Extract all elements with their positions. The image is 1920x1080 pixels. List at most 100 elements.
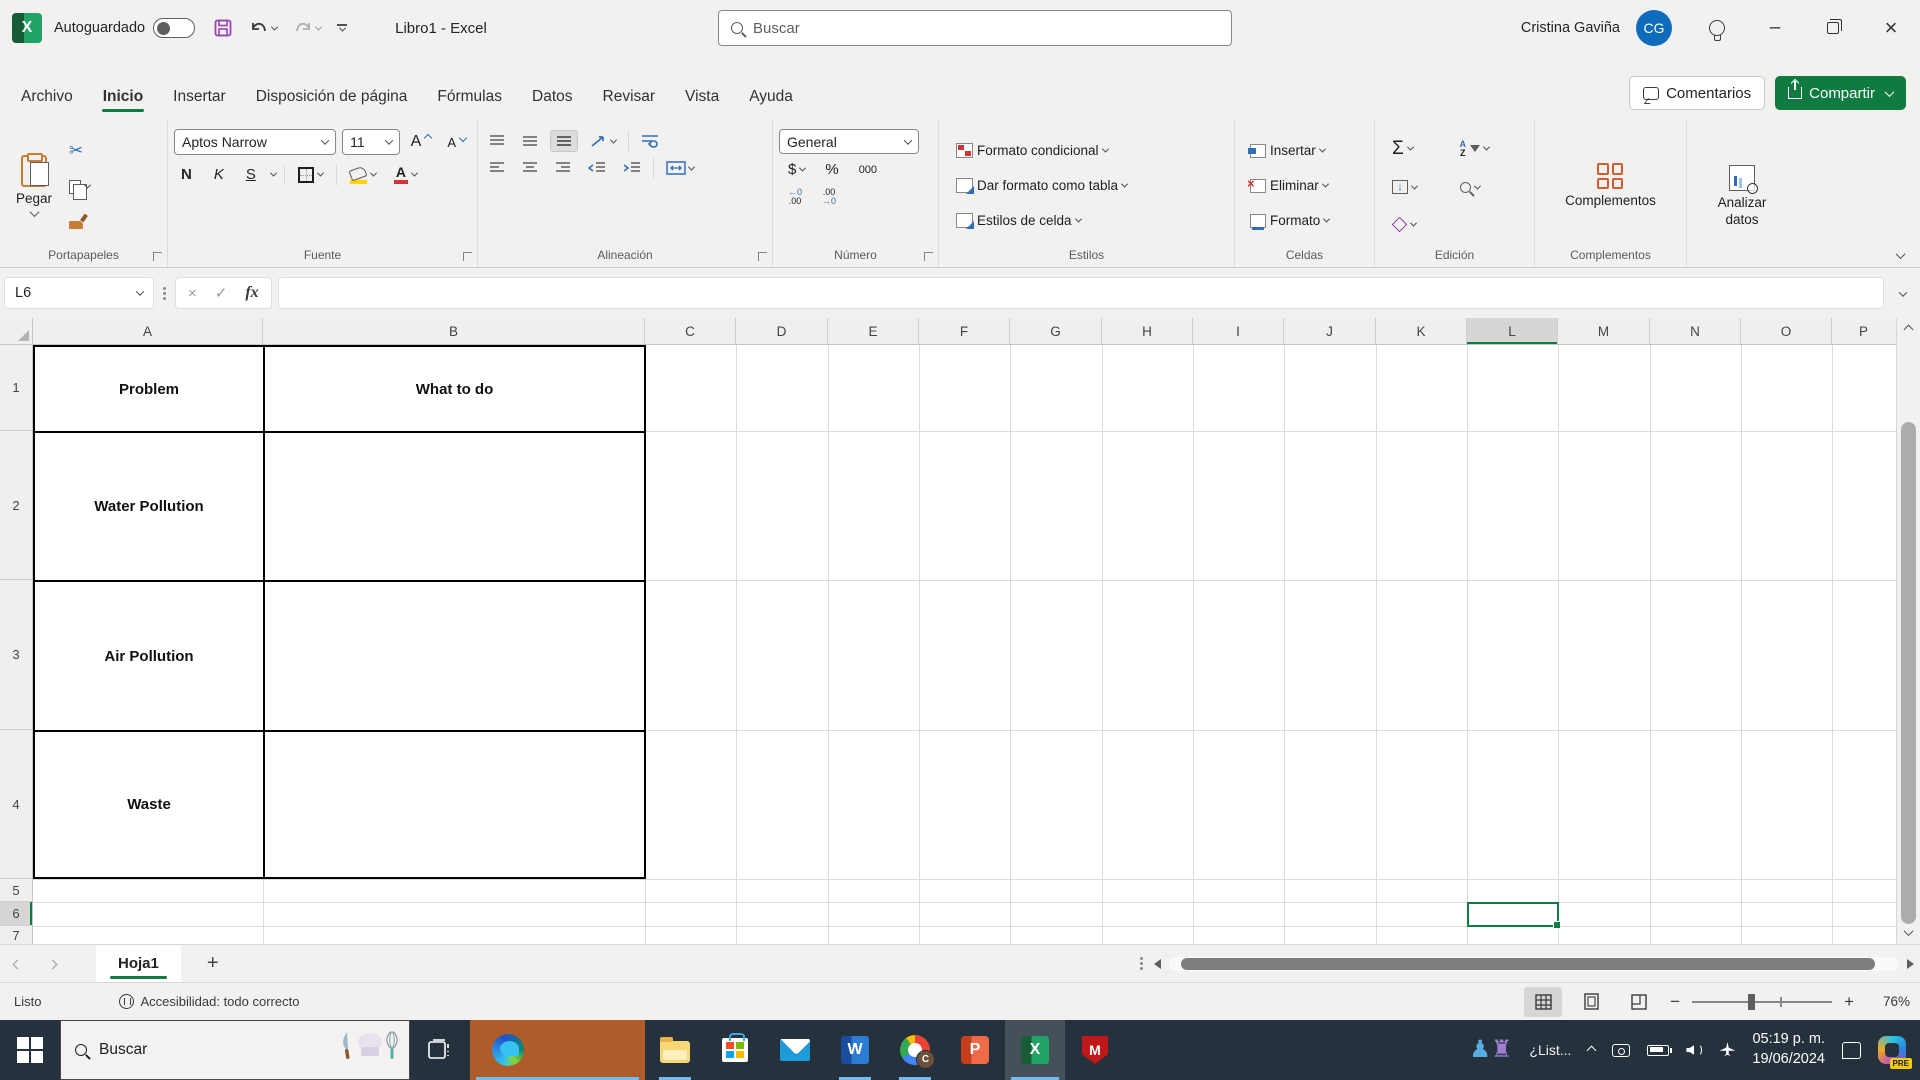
save-button[interactable] (205, 12, 241, 44)
underline-button[interactable]: S (239, 164, 263, 185)
tab-datos[interactable]: Datos (517, 78, 588, 120)
alignment-dialog-launcher[interactable] (758, 252, 767, 261)
delete-cells-button[interactable]: Eliminar (1245, 175, 1368, 196)
quick-access-toolbar-menu[interactable] (329, 18, 355, 38)
comments-button[interactable]: Comentarios (1629, 76, 1766, 110)
airplane-mode-icon[interactable] (1719, 1042, 1736, 1058)
align-top-button[interactable] (484, 131, 510, 151)
cell-A1[interactable]: Problem (35, 347, 263, 431)
selected-cell-L6[interactable] (1467, 902, 1561, 929)
taskbar-word-button[interactable]: W (825, 1020, 885, 1080)
copy-button[interactable] (64, 177, 95, 200)
taskbar-mail-button[interactable] (765, 1020, 825, 1080)
column-header-n[interactable]: N (1650, 318, 1741, 344)
column-header-g[interactable]: G (1010, 318, 1102, 344)
format-cells-button[interactable]: Formato (1245, 210, 1368, 231)
format-painter-button[interactable] (64, 212, 95, 232)
orientation-button[interactable] (585, 130, 621, 152)
taskbar-powerpoint-button[interactable]: P (945, 1020, 1005, 1080)
align-right-button[interactable] (550, 158, 576, 178)
restore-button[interactable] (1804, 0, 1862, 56)
currency-button[interactable]: $ (783, 158, 810, 181)
redo-button[interactable] (285, 13, 329, 43)
font-dialog-launcher[interactable] (463, 252, 472, 261)
align-center-button[interactable] (517, 158, 543, 178)
horizontal-scrollbar-thumb[interactable] (1181, 957, 1875, 970)
number-format-select[interactable]: General (779, 129, 919, 154)
zoom-in-button[interactable]: + (1842, 992, 1856, 1012)
decrease-indent-button[interactable] (583, 158, 611, 178)
zoom-out-button[interactable]: − (1668, 992, 1682, 1012)
percent-button[interactable]: % (820, 158, 843, 181)
notification-center-button[interactable] (1842, 1041, 1861, 1059)
minimize-button[interactable]: – (1746, 0, 1804, 56)
taskbar-store-button[interactable] (705, 1020, 765, 1080)
number-dialog-launcher[interactable] (924, 252, 933, 261)
previous-sheet-button[interactable] (0, 955, 35, 973)
horizontal-scrollbar[interactable] (1169, 956, 1899, 971)
cell-A4[interactable]: Waste (35, 732, 263, 877)
increase-indent-button[interactable] (618, 158, 646, 178)
row-header-5[interactable]: 5 (0, 879, 33, 902)
cell-A3[interactable]: Air Pollution (35, 582, 263, 730)
align-left-button[interactable] (484, 158, 510, 178)
next-sheet-button[interactable] (35, 955, 70, 973)
taskbar-search-box[interactable]: Buscar (60, 1020, 410, 1080)
clipboard-dialog-launcher[interactable] (153, 252, 162, 261)
column-header-l[interactable]: L (1467, 318, 1558, 344)
clear-button[interactable] (1387, 214, 1455, 235)
tell-me-button[interactable] (1688, 0, 1746, 56)
column-header-k[interactable]: K (1376, 318, 1467, 344)
game-promo-icon[interactable]: ♟ ♜ (1469, 1038, 1512, 1062)
font-size-select[interactable]: 11 (342, 129, 400, 155)
screen-cast-icon[interactable] (1612, 1043, 1631, 1057)
column-header-m[interactable]: M (1558, 318, 1650, 344)
normal-view-button[interactable] (1524, 986, 1563, 1017)
sort-filter-button[interactable]: AZ (1455, 137, 1523, 161)
collapse-ribbon-button[interactable] (1895, 249, 1906, 260)
tab-formulas[interactable]: Fórmulas (422, 78, 517, 120)
insert-cells-button[interactable]: Insertar (1245, 140, 1368, 161)
cancel-entry-button[interactable]: × (180, 283, 205, 304)
add-sheet-button[interactable]: + (181, 952, 245, 975)
taskbar-file-explorer-button[interactable] (645, 1020, 705, 1080)
analyze-data-button[interactable]: Analizar datos (1696, 126, 1788, 267)
undo-button[interactable] (241, 13, 285, 43)
shrink-font-button[interactable]: A (442, 132, 471, 153)
tab-revisar[interactable]: Revisar (588, 78, 671, 120)
vertical-scrollbar-thumb[interactable] (1901, 422, 1916, 924)
format-as-table-button[interactable]: Dar formato como tabla (951, 175, 1228, 196)
taskbar-edge-button[interactable] (470, 1020, 645, 1080)
merge-center-button[interactable] (661, 157, 699, 179)
share-button[interactable]: Compartir (1775, 76, 1906, 110)
name-box[interactable]: L6 (4, 277, 154, 309)
insert-function-button[interactable]: fx (237, 282, 266, 304)
grow-font-button[interactable]: A (406, 130, 437, 154)
row-header-3[interactable]: 3 (0, 580, 33, 730)
cell-B1[interactable]: What to do (265, 347, 644, 431)
hscroll-right-arrow[interactable] (1907, 958, 1914, 969)
paste-button[interactable]: Pegar (6, 126, 62, 245)
expand-formula-bar-button[interactable] (1890, 284, 1916, 302)
zoom-slider[interactable] (1692, 993, 1833, 1010)
copilot-button[interactable]: PRE (1878, 1036, 1912, 1069)
autosum-button[interactable]: Σ (1387, 136, 1455, 161)
increase-decimal-button[interactable]: ←0.00 (783, 185, 807, 209)
sheet-options-menu[interactable] (1137, 957, 1146, 970)
column-header-c[interactable]: C (645, 318, 736, 344)
battery-icon[interactable] (1647, 1044, 1673, 1056)
align-bottom-button[interactable] (550, 130, 578, 152)
accessibility-status[interactable]: Accesibilidad: todo correcto (119, 994, 299, 1009)
hscroll-left-arrow[interactable] (1154, 958, 1161, 969)
conditional-formatting-button[interactable]: Formato condicional (951, 140, 1228, 161)
close-button[interactable]: × (1862, 0, 1920, 56)
column-header-j[interactable]: J (1284, 318, 1376, 344)
row-header-2[interactable]: 2 (0, 431, 33, 580)
cell-A2[interactable]: Water Pollution (35, 433, 263, 580)
column-header-d[interactable]: D (736, 318, 828, 344)
select-all-corner[interactable] (0, 318, 33, 344)
scroll-up-arrow[interactable] (1903, 324, 1914, 335)
vertical-scrollbar[interactable] (1896, 318, 1920, 944)
column-header-o[interactable]: O (1741, 318, 1832, 344)
game-promo-text[interactable]: ¿List... (1529, 1042, 1571, 1058)
